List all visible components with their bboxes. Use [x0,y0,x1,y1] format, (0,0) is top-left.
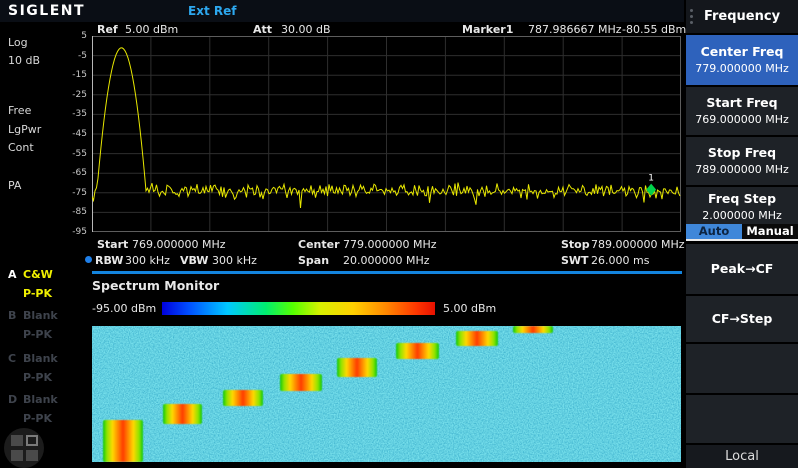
layout-square-icon [11,435,23,446]
marker1-index: 1 [648,174,654,184]
waterfall-signal-block [280,374,322,391]
local-button[interactable]: Local [686,445,798,468]
empty-softkey[interactable] [686,395,798,443]
softkey-menu: Frequency Center Freq 779.000000 MHz Sta… [686,0,798,468]
center-freq-label: Center [298,238,340,251]
rbw-value: 300 kHz [125,254,170,267]
y-tick-label: -75 [72,188,87,198]
empty-softkey[interactable] [686,344,798,393]
attenuation-label: Att [253,23,272,36]
ext-ref-status: Ext Ref [188,4,236,18]
spectrum-monitor-title: Spectrum Monitor [92,278,219,293]
waterfall-signal-block [163,404,202,424]
waterfall-display [92,326,681,462]
waterfall-signal-block [513,326,553,333]
y-tick-label: -15 [72,70,87,80]
freq-step-toggle: Auto Manual [686,224,798,239]
sweep-mode-label: Cont [8,141,34,154]
layout-square-active-icon [26,435,38,446]
marker-label: Marker1 [462,23,513,36]
layout-square-icon [26,450,38,461]
trace-d-mode[interactable]: DBlank [8,393,58,406]
scale-type-label: Log [8,36,28,49]
scale-div-label: 10 dB [8,54,40,67]
trace-bullet-icon [85,256,92,263]
section-divider [92,271,682,274]
waterfall-signal-block [456,331,498,346]
trace-d-detector[interactable]: P-PK [8,412,52,425]
vbw-value: 300 kHz [212,254,257,267]
y-tick-label: -55 [72,149,87,159]
start-freq-value: 769.000000 MHz [132,238,226,251]
y-tick-label: -65 [72,168,87,178]
top-status-bar: SIGLENT Ext Ref [0,0,684,22]
swt-label: SWT [561,254,589,267]
start-freq-label: Start [97,238,128,251]
menu-title: Frequency [686,0,798,33]
peak-to-cf-button[interactable]: Peak→CF [686,244,798,294]
stop-freq-label: Stop [561,238,590,251]
span-label: Span [298,254,329,267]
trace-c-mode[interactable]: CBlank [8,352,58,365]
stop-freq-value: 789.000000 MHz [591,238,685,251]
stop-freq-button[interactable]: Stop Freq 789.000000 MHz [686,137,798,185]
waterfall-signal-block [337,358,377,377]
manual-option[interactable]: Manual [742,224,798,239]
amplitude-colorbar [162,302,435,315]
y-tick-label: -5 [78,51,87,61]
y-tick-label: -45 [72,129,87,139]
y-tick-label: -25 [72,90,87,100]
colorbar-max-value: 5.00 dBm [443,302,496,315]
rbw-label: RBW [95,254,123,267]
trigger-label: Free [8,104,31,117]
start-freq-button[interactable]: Start Freq 769.000000 MHz [686,87,798,135]
waterfall-signal-block [103,420,143,462]
y-tick-label: 5 [81,31,87,41]
trace-b-detector[interactable]: P-PK [8,328,52,341]
waterfall-noise [92,326,681,462]
menu-grip-icon [690,9,693,27]
colorbar-min-value: -95.00 dBm [92,302,156,315]
swt-value: 26.000 ms [591,254,649,267]
auto-option[interactable]: Auto [686,224,742,239]
center-freq-button[interactable]: Center Freq 779.000000 MHz [686,35,798,85]
trace-c-detector[interactable]: P-PK [8,371,52,384]
spectrum-graph: 1 [92,36,681,232]
freq-step-button[interactable]: Freq Step 2.000000 MHz Auto Manual [686,187,798,241]
power-mode-label: LgPwr [8,123,41,136]
center-freq-value: 779.000000 MHz [343,238,437,251]
trace-a-mode[interactable]: AC&W [8,268,53,281]
ref-level-value: 5.00 dBm [125,23,178,36]
trace-b-mode[interactable]: BBlank [8,309,58,322]
marker-amplitude: -80.55 dBm [622,23,686,36]
waterfall-signal-block [396,343,439,359]
siglent-logo: SIGLENT [8,3,85,19]
waterfall-signal-block [223,390,263,406]
layout-square-icon [11,450,23,461]
y-tick-label: -95 [72,227,87,237]
cf-to-step-button[interactable]: CF→Step [686,296,798,342]
vbw-label: VBW [180,254,208,267]
trace-a-detector[interactable]: P-PK [8,287,52,300]
y-tick-label: -35 [72,109,87,119]
analyzer-screen: SIGLENT Ext Ref Log 10 dB Free LgPwr Con… [0,0,798,468]
marker-frequency: 787.986667 MHz [528,23,622,36]
attenuation-value: 30.00 dB [281,23,331,36]
ref-level-label: Ref [97,23,118,36]
y-axis-labels: 5-5-15-25-35-45-55-65-75-85-95 [58,36,89,232]
span-value: 20.000000 MHz [343,254,430,267]
y-tick-label: -85 [72,207,87,217]
window-layout-icon[interactable] [4,428,44,468]
preamp-label: PA [8,179,21,192]
